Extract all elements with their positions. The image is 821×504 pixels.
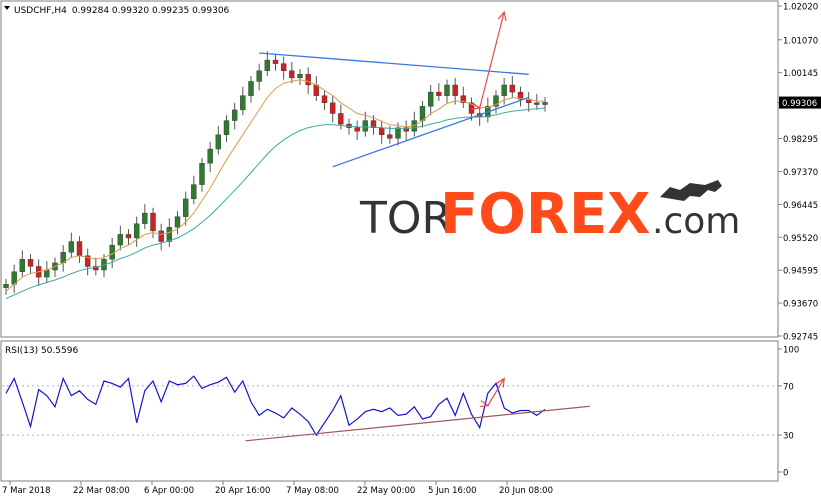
- time-tick-label: 20 Apr 16:00: [215, 486, 270, 496]
- candle-up: [166, 227, 173, 242]
- watermark-tor: TOR: [359, 193, 452, 244]
- time-tick-label: 22 May 00:00: [357, 486, 415, 496]
- candle-down: [436, 91, 442, 96]
- candle-up: [248, 81, 254, 96]
- price-tick-label: 0.93670: [783, 300, 818, 310]
- rsi-tick-label: 100: [783, 346, 799, 356]
- candle-up: [215, 134, 222, 150]
- main-price-axis: 1.02020 1.01070 1.00145 0.99306 0.98295 0.973…: [778, 3, 821, 343]
- time-tick-label: 22 Mar 08:00: [73, 486, 130, 496]
- candle-down: [27, 259, 34, 267]
- candle-down: [305, 74, 311, 86]
- candle-down: [387, 134, 393, 139]
- candle-down: [125, 234, 132, 239]
- candle-up: [19, 259, 26, 272]
- candle-up: [191, 184, 197, 200]
- candle-down: [378, 127, 385, 135]
- time-tick-label: 6 Apr 00:00: [144, 486, 194, 496]
- candle-up: [199, 163, 205, 185]
- candle-down: [150, 212, 156, 232]
- price-tick-label: 0.96445: [783, 201, 818, 211]
- candle-up: [109, 244, 115, 260]
- candle-up: [240, 95, 246, 111]
- rsi-tick-label: 30: [783, 432, 794, 442]
- candle-up: [3, 284, 9, 288]
- chart-root: TOR FOREX .com 1.02020 1.01070 1.00145 0.99…: [0, 0, 821, 500]
- price-tick-label: 0.92745: [783, 333, 818, 343]
- candle-down: [158, 230, 164, 242]
- symbol-header-ohlc: 0.99284 0.99320 0.99235 0.99306: [72, 6, 230, 16]
- candle-down: [452, 84, 458, 96]
- candle-down: [289, 70, 295, 79]
- rsi-tick-label: 70: [783, 382, 794, 392]
- price-tick-label: 0.97370: [783, 168, 818, 178]
- price-tick-label: 0.94595: [783, 267, 818, 277]
- candle-up: [142, 212, 148, 224]
- candle-down: [329, 102, 336, 114]
- candle-down: [338, 113, 344, 125]
- main-plot-frame: [0, 0, 779, 338]
- candle-up: [501, 84, 507, 96]
- time-tick-label: 7 Mar 2018: [2, 486, 50, 496]
- candle-up: [256, 70, 262, 82]
- candle-up: [395, 127, 401, 139]
- candle-down: [509, 84, 516, 93]
- symbol-header: USDCHF,H4 0.99284 0.99320 0.99235 0.99306: [14, 6, 230, 16]
- candle-up: [542, 102, 548, 105]
- candle-up: [133, 223, 140, 239]
- candle-down: [534, 102, 540, 105]
- watermark-com: .com: [652, 201, 740, 242]
- price-tick-label: 0.95520: [783, 234, 818, 244]
- candle-up: [264, 59, 271, 71]
- symbol-header-symbol: USDCHF,H4: [14, 6, 67, 16]
- candle-down: [280, 63, 287, 71]
- candle-up: [231, 109, 238, 121]
- candle-up: [174, 216, 181, 228]
- candle-up: [117, 234, 124, 246]
- candle-up: [297, 74, 303, 79]
- time-tick-label: 5 Jun 16:00: [428, 486, 477, 496]
- price-tick-label: 1.01070: [783, 36, 818, 46]
- candle-up: [207, 148, 213, 164]
- time-tick-label: 7 May 08:00: [286, 486, 339, 496]
- rsi-title: RSI(13) 50.5596: [5, 346, 78, 356]
- candle-down: [272, 59, 279, 64]
- candle-up: [444, 84, 450, 96]
- rsi-tick-label: 0: [783, 469, 788, 479]
- candle-up: [68, 241, 75, 253]
- candle-down: [354, 127, 360, 132]
- candle-down: [76, 241, 83, 256]
- watermark-forex: FOREX: [440, 182, 650, 247]
- price-tick-label: 1.02020: [783, 3, 818, 13]
- time-tick-label: 20 Jun 08:00: [499, 486, 553, 496]
- candle-up: [362, 120, 369, 132]
- price-tick-label: 1.00145: [783, 69, 818, 79]
- candle-up: [182, 198, 189, 217]
- candle-up: [44, 269, 50, 278]
- chart-svg: TOR FOREX .com 1.02020 1.01070 1.00145 0.99…: [0, 0, 821, 496]
- price-tick-label: 0.98295: [783, 135, 818, 145]
- rsi-axis: 100 70 30 0: [778, 346, 799, 479]
- candle-up: [223, 120, 230, 135]
- rsi-plot-frame: [0, 340, 779, 482]
- current-price-label: 0.99306: [782, 99, 817, 109]
- time-axis: 7 Mar 2018 22 Mar 08:00 6 Apr 00:00 20 Apr …: [2, 481, 553, 496]
- candle-up: [427, 91, 434, 107]
- candle-down: [321, 95, 328, 103]
